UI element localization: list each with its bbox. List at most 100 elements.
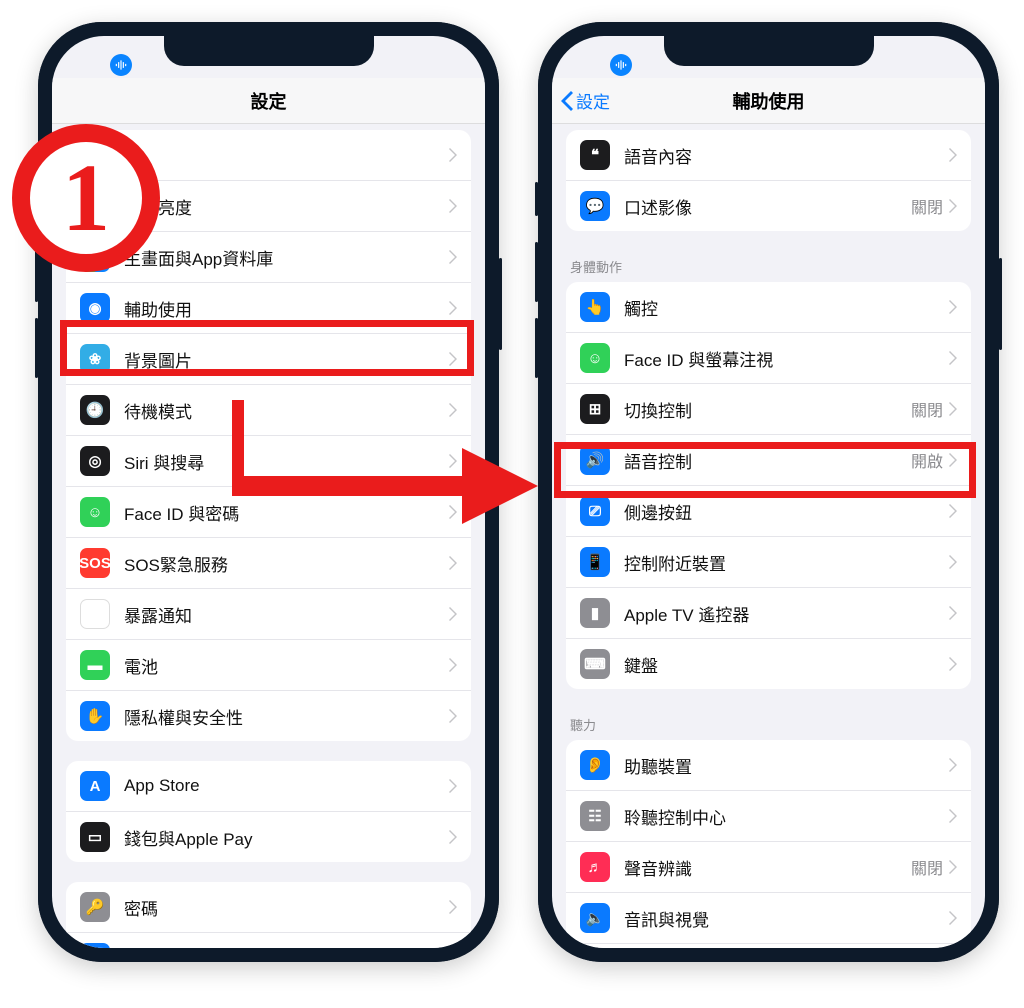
chevron-right-icon	[949, 148, 957, 162]
voice-control-indicator-icon	[110, 54, 132, 76]
step-badge: 1	[12, 124, 160, 272]
row-icon: ☷	[580, 801, 610, 831]
row-label: 輔助使用	[124, 296, 449, 321]
phone-right: 設定 輔助使用 ❝語音內容💬口述影像關閉 身體動作 👆觸控☺Face ID 與螢…	[538, 22, 999, 962]
row-icon: ✋	[80, 701, 110, 731]
row-label: 背景圖片	[124, 347, 449, 372]
row-icon: A	[80, 771, 110, 801]
volume-down	[535, 318, 538, 378]
row-label: 密碼	[124, 895, 449, 920]
row-value: 關閉	[911, 855, 943, 879]
accessibility-row-2[interactable]: ♬聲音辨識關閉	[566, 841, 971, 892]
settings-row-7[interactable]: ☺Face ID 與密碼	[66, 486, 471, 537]
settings-row-1[interactable]: ▭錢包與Apple Pay	[66, 811, 471, 862]
settings-row-0[interactable]: A App Store	[66, 761, 471, 811]
row-label: Face ID 與密碼	[124, 500, 449, 525]
chevron-right-icon	[449, 607, 457, 621]
back-label: 設定	[576, 88, 610, 113]
chevron-right-icon	[449, 454, 457, 468]
row-label: SOS緊急服務	[124, 551, 449, 576]
row-label: Apple TV 遙控器	[624, 601, 949, 626]
screen-right: 設定 輔助使用 ❝語音內容💬口述影像關閉 身體動作 👆觸控☺Face ID 與螢…	[552, 36, 985, 948]
chevron-right-icon	[949, 351, 957, 365]
settings-group-accounts: 🔑密碼 ✉ 郵件	[66, 882, 471, 948]
section-header-motor: 身體動作	[552, 251, 985, 282]
settings-row-8[interactable]: SOSSOS緊急服務	[66, 537, 471, 588]
chevron-right-icon	[449, 830, 457, 844]
row-icon: 🔈	[580, 903, 610, 933]
row-icon: 📱	[580, 547, 610, 577]
row-icon: ❝	[580, 140, 610, 170]
notch	[664, 36, 874, 66]
chevron-right-icon	[949, 402, 957, 416]
accessibility-group-motor: 👆觸控☺Face ID 與螢幕注視⊞切換控制關閉🔊語音控制開啟⎚側邊按鈕📱控制附…	[566, 282, 971, 689]
chevron-right-icon	[449, 148, 457, 162]
chevron-right-icon	[449, 709, 457, 723]
step-number: 1	[62, 150, 110, 246]
mute-switch	[535, 182, 538, 216]
accessibility-row-0[interactable]: 👂 助聽裝置	[566, 740, 971, 790]
row-label: Siri 與搜尋	[124, 449, 449, 474]
row-label: 鍵盤	[624, 652, 949, 677]
settings-row-10[interactable]: ▬電池	[66, 639, 471, 690]
settings-row-6[interactable]: ◎Siri 與搜尋	[66, 435, 471, 486]
nav-title: 設定	[251, 88, 287, 114]
row-label: Face ID 與螢幕注視	[624, 346, 949, 371]
accessibility-row-1[interactable]: ☷ 聆聽控制中心	[566, 790, 971, 841]
row-label: 切換控制	[624, 397, 911, 422]
volume-up	[535, 242, 538, 302]
accessibility-row-6[interactable]: ▮ Apple TV 遙控器	[566, 587, 971, 638]
row-label: App Store	[124, 776, 449, 796]
chevron-right-icon	[449, 250, 457, 264]
back-button[interactable]: 設定	[560, 78, 610, 123]
row-value: 關閉	[911, 194, 943, 218]
chevron-right-icon	[949, 453, 957, 467]
accessibility-row-4[interactable]: ▭字幕與隱藏式字幕	[566, 943, 971, 948]
chevron-right-icon	[449, 658, 457, 672]
row-label: 隱私權與安全性	[124, 704, 449, 729]
row-label: 待機模式	[124, 398, 449, 423]
chevron-right-icon	[949, 758, 957, 772]
row-label: 音訊與視覺	[624, 906, 949, 931]
side-button	[999, 258, 1002, 350]
settings-row-1[interactable]: ✉ 郵件	[66, 932, 471, 948]
row-icon: ▮	[580, 598, 610, 628]
settings-row-11[interactable]: ✋ 隱私權與安全性	[66, 690, 471, 741]
row-icon: ✉	[80, 943, 110, 948]
row-label: 電池	[124, 653, 449, 678]
row-label: 聆聽控制中心	[624, 804, 949, 829]
notch	[164, 36, 374, 66]
accessibility-row-1[interactable]: 💬口述影像關閉	[566, 180, 971, 231]
settings-group-apps: A App Store ▭錢包與Apple Pay	[66, 761, 471, 862]
chevron-right-icon	[449, 352, 457, 366]
row-label: 觸控	[624, 295, 949, 320]
accessibility-row-2[interactable]: ⊞切換控制關閉	[566, 383, 971, 434]
accessibility-row-0[interactable]: 👆觸控	[566, 282, 971, 332]
row-label: 語音控制	[624, 448, 911, 473]
row-icon: ⌨	[580, 649, 610, 679]
settings-row-0[interactable]: 🔑密碼	[66, 882, 471, 932]
accessibility-row-1[interactable]: ☺Face ID 與螢幕注視	[566, 332, 971, 383]
content-scroll[interactable]: ❝語音內容💬口述影像關閉 身體動作 👆觸控☺Face ID 與螢幕注視⊞切換控制…	[552, 124, 985, 948]
accessibility-row-3[interactable]: 🔈 音訊與視覺	[566, 892, 971, 943]
chevron-right-icon	[949, 555, 957, 569]
settings-row-9[interactable]: ✺暴露通知	[66, 588, 471, 639]
accessibility-row-3[interactable]: 🔊語音控制開啟	[566, 434, 971, 485]
accessibility-row-7[interactable]: ⌨ 鍵盤	[566, 638, 971, 689]
row-label: 口述影像	[624, 194, 911, 219]
row-icon: 👂	[580, 750, 610, 780]
row-label: …	[124, 145, 449, 165]
nav-bar: 設定	[52, 78, 485, 124]
row-label: 郵件	[124, 946, 449, 949]
row-label: 暴露通知	[124, 602, 449, 627]
settings-row-5[interactable]: 🕘待機模式	[66, 384, 471, 435]
nav-bar: 設定 輔助使用	[552, 78, 985, 124]
chevron-right-icon	[949, 860, 957, 874]
accessibility-row-4[interactable]: ⎚側邊按鈕	[566, 485, 971, 536]
accessibility-row-5[interactable]: 📱控制附近裝置	[566, 536, 971, 587]
side-button	[499, 258, 502, 350]
row-label: 助聽裝置	[624, 753, 949, 778]
accessibility-row-0[interactable]: ❝語音內容	[566, 130, 971, 180]
settings-row-4[interactable]: ❀背景圖片	[66, 333, 471, 384]
settings-row-3[interactable]: ◉輔助使用	[66, 282, 471, 333]
